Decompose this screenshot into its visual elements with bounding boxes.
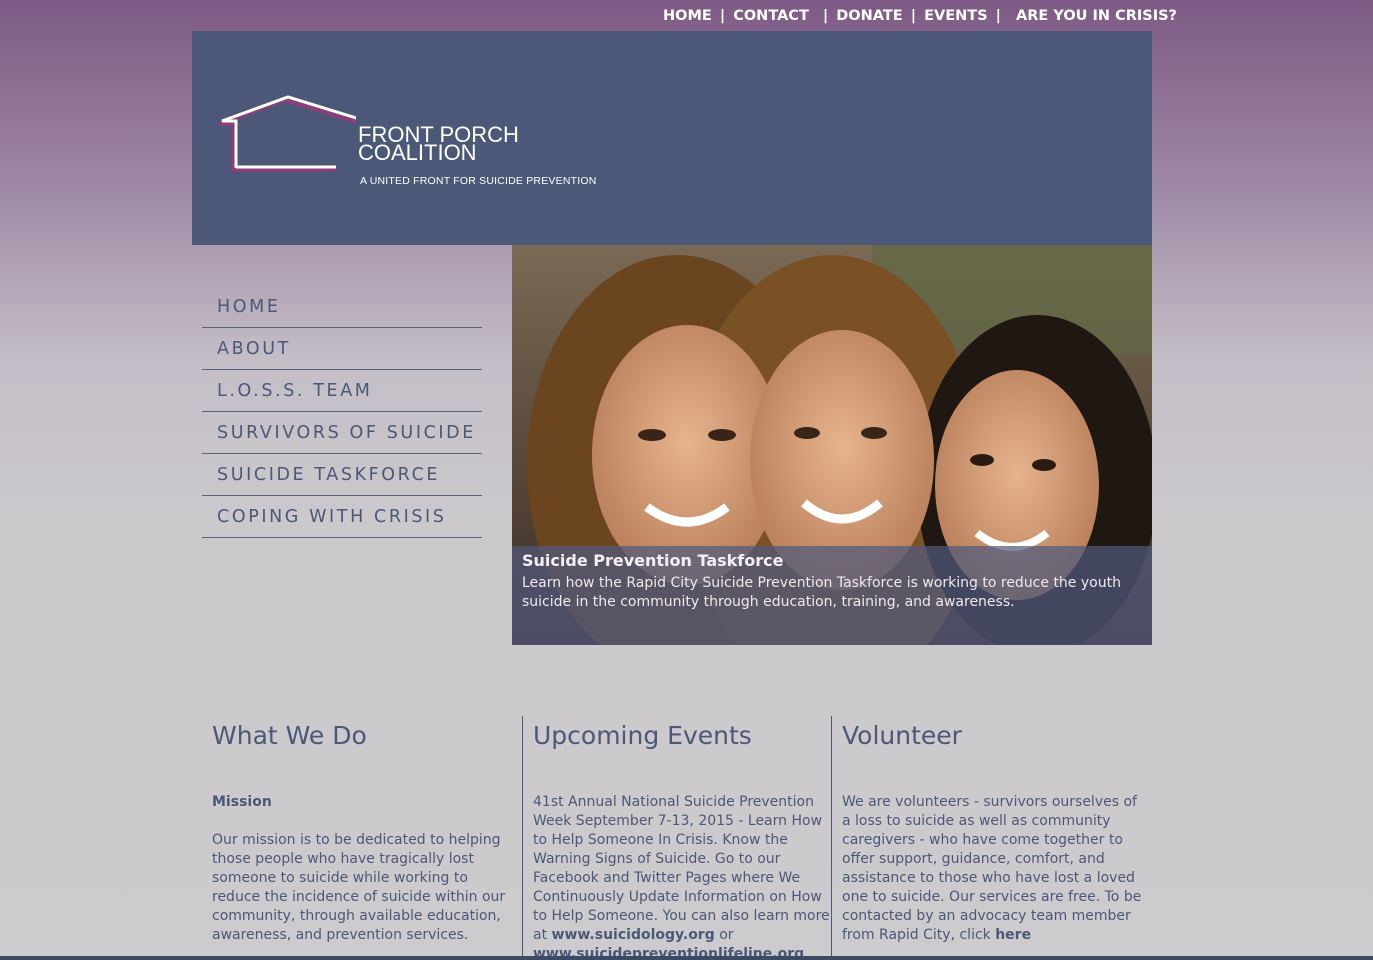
mission-text: Our mission is to be dedicated to helpin… (212, 832, 506, 943)
events-or: or (719, 927, 734, 943)
suicidology-link[interactable]: www.suicidology.org (552, 927, 715, 943)
house-logo-icon (218, 95, 356, 172)
logo-tagline: A UNITED FRONT FOR SUICIDE PREVENTION (360, 175, 597, 187)
hero-slideshow[interactable]: Suicide Prevention Taskforce Learn how t… (512, 245, 1152, 645)
volunteer-section: Volunteer We are volunteers - survivors … (831, 716, 1142, 960)
mission-subheading: Mission (212, 794, 272, 810)
top-nav-events[interactable]: EVENTS (924, 8, 988, 24)
top-nav-separator: | (910, 8, 917, 24)
hero-caption-text: Learn how the Rapid City Suicide Prevent… (522, 575, 1121, 610)
side-nav: HOME ABOUT L.O.S.S. TEAM SURVIVORS OF SU… (202, 286, 482, 538)
side-nav-home[interactable]: HOME (202, 286, 482, 328)
top-nav-crisis[interactable]: ARE YOU IN CRISIS? (1016, 8, 1177, 24)
logo-name: FRONT PORCH COALITION (358, 124, 519, 164)
upcoming-events-section: Upcoming Events 41st Annual National Sui… (522, 716, 831, 960)
volunteer-heading: Volunteer (842, 721, 962, 750)
top-nav-separator: | (995, 8, 1001, 24)
side-nav-taskforce[interactable]: SUICIDE TASKFORCE (202, 454, 482, 496)
side-nav-coping[interactable]: COPING WITH CRISIS (202, 496, 482, 538)
side-nav-loss-team[interactable]: L.O.S.S. TEAM (202, 370, 482, 412)
top-nav-donate[interactable]: DONATE (836, 8, 902, 24)
footer-edge (0, 956, 1373, 960)
site-header: FRONT PORCH COALITION A UNITED FRONT FOR… (192, 31, 1152, 245)
volunteer-here-link[interactable]: here (995, 927, 1031, 943)
top-nav-contact[interactable]: CONTACT (733, 8, 809, 24)
hero-caption-title: Suicide Prevention Taskforce (522, 551, 784, 570)
events-text: 41st Annual National Suicide Prevention … (533, 794, 830, 943)
side-nav-survivors[interactable]: SURVIVORS OF SUICIDE (202, 412, 482, 454)
upcoming-events-heading: Upcoming Events (533, 721, 752, 750)
top-nav-separator: | (822, 8, 829, 24)
top-nav: HOME | CONTACT | DONATE | EVENTS | ARE Y… (663, 8, 1177, 24)
top-nav-home[interactable]: HOME (663, 8, 712, 24)
side-nav-about[interactable]: ABOUT (202, 328, 482, 370)
top-nav-separator: | (719, 8, 726, 24)
what-we-do-heading: What We Do (212, 721, 367, 750)
volunteer-text: We are volunteers - survivors ourselves … (842, 794, 1142, 943)
hero-caption: Suicide Prevention Taskforce Learn how t… (512, 546, 1152, 645)
site-logo[interactable]: FRONT PORCH COALITION A UNITED FRONT FOR… (216, 93, 596, 193)
what-we-do-section: What We Do Mission Our mission is to be … (212, 716, 512, 960)
